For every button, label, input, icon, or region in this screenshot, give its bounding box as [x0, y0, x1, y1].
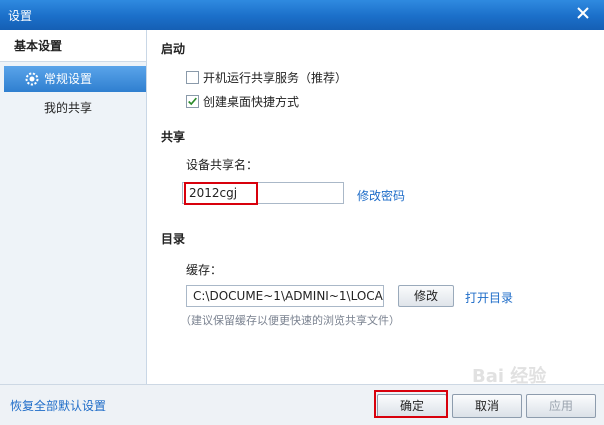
sidebar-item-general-settings[interactable]: 常规设置 — [4, 66, 146, 92]
modify-button[interactable]: 修改 — [398, 285, 454, 307]
section-heading-share: 共享 — [161, 130, 186, 144]
window-title: 设置 — [8, 9, 33, 23]
checkmark-icon — [188, 97, 197, 106]
footer-bar: 恢复全部默认设置 确定 取消 应用 — [0, 384, 604, 425]
close-icon[interactable] — [576, 6, 590, 20]
title-bar: 设置 — [0, 0, 604, 30]
device-share-name-label: 设备共享名： — [186, 158, 259, 172]
cancel-button[interactable]: 取消 — [452, 394, 522, 418]
change-password-link[interactable]: 修改密码 — [357, 187, 405, 204]
sidebar-item-my-share[interactable]: 我的共享 — [44, 98, 92, 118]
sidebar: 基本设置 常规设置 我的共享 — [0, 30, 147, 384]
cache-hint-text: （建议保留缓存以便更快速的浏览共享文件） — [180, 314, 400, 327]
section-heading-directory: 目录 — [161, 232, 186, 246]
settings-panel: 启动 开机运行共享服务（推荐） 创建桌面快捷方式 共享 设备共享名： 2012c… — [147, 30, 604, 384]
sidebar-group-basic-settings[interactable]: 基本设置 — [0, 30, 146, 62]
gear-icon — [25, 72, 39, 86]
open-directory-link[interactable]: 打开目录 — [465, 289, 513, 306]
checkbox-create-desktop-shortcut[interactable] — [186, 95, 199, 108]
checkbox-run-share-service[interactable] — [186, 71, 199, 84]
checkbox-label-create-desktop-shortcut: 创建桌面快捷方式 — [203, 95, 300, 109]
checkbox-label-run-share-service: 开机运行共享服务（推荐） — [203, 71, 348, 85]
sidebar-item-label: 常规设置 — [44, 72, 93, 86]
apply-button[interactable]: 应用 — [526, 394, 596, 418]
section-heading-startup: 启动 — [161, 42, 186, 56]
cache-label: 缓存： — [186, 263, 223, 277]
restore-defaults-link[interactable]: 恢复全部默认设置 — [10, 397, 106, 414]
device-share-name-input[interactable]: 2012cgj — [182, 182, 344, 204]
ok-button[interactable]: 确定 — [377, 394, 447, 418]
watermark: Bai 经验 — [472, 366, 547, 387]
cache-path-input[interactable]: C:\DOCUME~1\ADMINI~1\LOCA — [186, 285, 384, 307]
